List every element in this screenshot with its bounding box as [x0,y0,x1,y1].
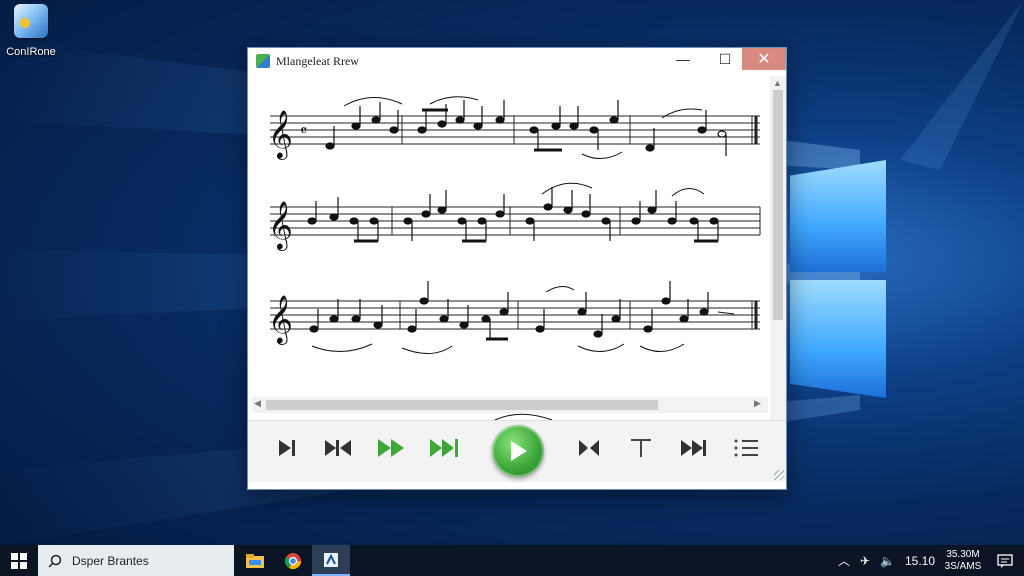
staff-3 [270,300,760,330]
notes-staff-3 [309,281,709,339]
folder-icon [246,553,264,568]
previous-icon [579,440,599,456]
title-bar[interactable]: Mlangeleat Rrew — ☐ ✕ [248,48,786,74]
taskbar-file-explorer[interactable] [236,545,274,576]
network-icon[interactable]: ✈ [860,554,870,568]
treble-clef-1: 𝄞 [268,109,293,160]
notification-icon [997,553,1013,568]
playback-controls [248,420,786,482]
music-player-window: Mlangeleat Rrew — ☐ ✕ 𝄞 𝄞 𝄞 𝄴 ▲ ◀ ▶ [247,47,787,490]
clock[interactable]: 35.30M 3S/AMS [940,549,986,573]
vertical-scroll-thumb[interactable] [773,90,783,320]
clock-time: 35.30M [946,548,980,560]
svg-text:𝄴: 𝄴 [300,121,307,140]
system-tray: ︿ ✈ 🔈 15.10 35.30M 3S/AMS [833,545,1024,576]
sheet-music-view[interactable]: 𝄞 𝄞 𝄞 𝄴 [252,76,768,440]
shortcut-icon [14,4,48,38]
taskbar-chrome[interactable] [274,545,312,576]
volume-icon[interactable]: 🔈 [880,554,895,568]
text-icon [631,439,651,457]
scroll-up-icon[interactable]: ▲ [773,78,782,88]
scroll-right-icon[interactable]: ▶ [754,398,761,409]
windows-start-icon [11,552,27,569]
desktop-shortcut[interactable]: ConIRone [6,4,56,58]
treble-clef-3: 𝄞 [268,294,293,345]
fast-forward-button[interactable] [374,433,410,463]
text-tool-button[interactable] [626,433,656,463]
minimize-button[interactable]: — [661,48,705,70]
notes-staff-1 [325,100,727,156]
taskbar-search-box[interactable]: Dsper Brantes [38,545,234,576]
scroll-left-icon[interactable]: ◀ [254,398,261,409]
music-app-icon [324,552,338,567]
desktop-shortcut-label: ConIRone [6,46,56,58]
start-button[interactable] [0,545,38,576]
play-button[interactable] [492,425,544,477]
horizontal-scroll-thumb[interactable] [266,400,658,410]
app-icon [256,54,270,68]
fast-forward-end-icon [430,439,458,457]
step-forward-icon [279,440,295,456]
maximize-button[interactable]: ☐ [703,48,747,70]
clock-date: 3S/AMS [944,560,982,572]
search-text: Dsper Brantes [72,553,149,568]
chrome-icon [284,552,302,569]
staff-1 [270,115,760,145]
playlist-button[interactable] [730,433,762,463]
fast-forward-end-button[interactable] [426,433,466,463]
tray-temperature: 15.10 [904,553,935,568]
treble-clef-2: 𝄞 [268,200,293,251]
playlist-icon [734,439,758,457]
next-icon [681,440,706,456]
vertical-scrollbar[interactable]: ▲ ▼ [770,76,786,440]
skip-back-button[interactable] [320,433,356,463]
windows-logo-wallpaper [786,150,896,410]
staff-2 [270,206,761,236]
window-title: Mlangeleat Rrew [276,53,359,68]
previous-button[interactable] [574,433,604,463]
play-icon [511,441,527,461]
search-icon [48,554,62,568]
notification-center-button[interactable] [986,545,1024,576]
resize-grip[interactable] [774,470,784,480]
next-button[interactable] [676,433,712,463]
chevron-up-icon[interactable]: ︿ [838,552,850,569]
close-button[interactable]: ✕ [742,48,786,70]
step-forward-button[interactable] [272,433,302,463]
horizontal-scrollbar[interactable]: ◀ ▶ [252,397,768,413]
fast-forward-icon [378,439,404,457]
taskbar: Dsper Brantes ︿ ✈ 🔈 15.10 35.30M 3S/AMS [0,545,1024,576]
slurs-staff-2 [354,182,718,243]
skip-back-icon [325,440,351,456]
taskbar-music-app[interactable] [312,545,350,576]
